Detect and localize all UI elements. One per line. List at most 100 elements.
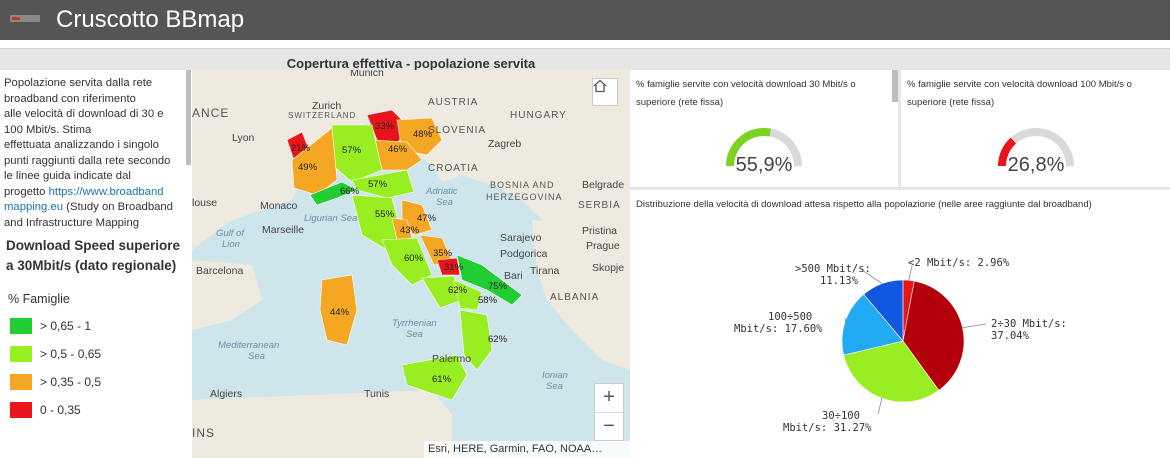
city-label: louse (192, 197, 218, 209)
city-label: Belgrade (582, 179, 625, 191)
home-button[interactable] (592, 78, 618, 106)
gauge-card-100: % famiglie servite con velocità download… (901, 70, 1170, 187)
city-label: Skopje (592, 262, 625, 274)
broadband-mapping-link-cont[interactable]: mapping.eu (4, 201, 63, 213)
desc-line: alle velocità di download di 30 e (4, 108, 164, 120)
city-label: Marseille (262, 224, 305, 236)
country-label: HERZEGOVINA (486, 192, 563, 202)
region-value: 55% (375, 209, 395, 220)
gauge-card-30: % famiglie servite con velocità download… (630, 70, 898, 187)
country-label: BOSNIA AND (490, 180, 555, 190)
gauge-value: 55,9% (735, 154, 793, 176)
legend-swatch (10, 402, 32, 418)
desc-suffix: (Study on Broadband (63, 201, 173, 213)
zoom-control: + − (594, 383, 624, 441)
pie-label-2-30: 2÷30 Mbit/s: (991, 318, 1067, 330)
legend-swatch (10, 346, 32, 362)
map-title: Copertura effettiva - popolazione servit… (286, 56, 536, 71)
sea-label: Sea (436, 197, 453, 208)
region-value: 31% (444, 262, 464, 273)
legend-swatch (10, 318, 32, 334)
desc-line: mapping.eu (Study on Broadband (4, 200, 184, 216)
city-label: Prague (586, 240, 620, 252)
sea-label: Sea (546, 381, 563, 392)
region-value: 57% (368, 179, 388, 190)
logo-icon (10, 15, 40, 22)
pie-label-500: >500 Mbit/s: (795, 263, 871, 275)
pie-label-30-100-value: Mbit/s: 31.27% (783, 422, 872, 434)
country-label: INS (192, 426, 216, 440)
sub-bar (0, 40, 1170, 49)
pie-label-lt2: <2 Mbit/s: 2.96% (908, 257, 1010, 269)
description-text: Popolazione servita dalla rete broadband… (4, 76, 184, 232)
region-value: 62% (448, 285, 468, 296)
region-value: 61% (432, 374, 452, 385)
country-label: AUSTRIA (428, 97, 479, 108)
app-header: Cruscotto BBmap (0, 0, 1170, 40)
city-label: Podgorica (500, 248, 548, 260)
city-label: Monaco (260, 200, 298, 212)
region-value: 35% (433, 248, 453, 259)
desc-line: le linee guida indicate dal (4, 170, 131, 182)
sea-label: Lion (222, 239, 240, 250)
legend-label: > 0,35 - 0,5 (40, 375, 102, 389)
legend-label: > 0,5 - 0,65 (40, 347, 102, 361)
city-label: Tirana (530, 265, 560, 277)
zoom-in-button[interactable]: + (595, 384, 623, 412)
region-value: 33% (375, 121, 395, 132)
region-value: 21% (291, 143, 311, 154)
pie-leader-line (962, 323, 987, 328)
city-label: Palermo (432, 353, 472, 365)
pie-label-500-value: 11.13% (820, 275, 858, 287)
city-label: Zagreb (488, 138, 522, 150)
city-label: Algiers (210, 388, 243, 400)
region-value: 57% (342, 145, 362, 156)
country-label: SWITZERLAND (288, 111, 357, 120)
sea-label: Gulf of (216, 228, 244, 239)
pie-card: Distribuzione della velocità di download… (630, 190, 1170, 458)
country-label: CROATIA (428, 163, 479, 174)
app-title: Cruscotto BBmap (56, 6, 245, 33)
country-label: SLOVENIA (428, 125, 487, 136)
region-value: 66% (340, 186, 360, 197)
city-label: Tunis (364, 388, 390, 400)
region-value: 58% (478, 295, 498, 306)
legend-label: > 0,65 - 1 (40, 319, 92, 333)
gauge-value: 26,8% (1007, 154, 1065, 176)
pie-leader-line (877, 398, 883, 415)
sea-label: Adriatic (426, 186, 458, 197)
pie-label-2-30-value: 37.04% (991, 330, 1029, 342)
city-label: Zurich (312, 100, 342, 112)
city-label: Barcelona (196, 265, 244, 277)
legend-title: Download Speed superiore a 30Mbit/s (dat… (6, 238, 181, 273)
desc-line: effettuata analizzando i singolo (4, 139, 159, 151)
region-value: 48% (413, 129, 433, 140)
city-label: Sarajevo (500, 232, 542, 244)
city-label: Lyon (232, 132, 255, 144)
home-icon (593, 79, 607, 93)
sea-label: Tyrrhenian (392, 318, 437, 329)
region-value: 46% (388, 144, 408, 155)
map-layer (192, 70, 630, 458)
pie-label-100-500-value: Mbit/s: 17.60% (734, 323, 823, 335)
desc-line: and Infrastructure Mapping (4, 216, 140, 229)
map-view[interactable]: ANCE SWITZERLAND AUSTRIA SLOVENIA HUNGAR… (192, 70, 630, 458)
region-value: 62% (488, 334, 508, 345)
desc-line: punti raggiunti dalla rete secondo (4, 154, 171, 167)
sea-label: Sea (248, 351, 265, 362)
country-label: ALBANIA (550, 292, 600, 303)
region-value: 75% (488, 281, 508, 292)
region-value: 44% (330, 307, 350, 318)
broadband-mapping-link[interactable]: https://www.broadband (49, 186, 164, 198)
pie-label-30-100: 30÷100 (822, 410, 860, 422)
region-value: 60% (404, 253, 424, 264)
sea-label: Mediterranean (218, 340, 280, 351)
left-panel: Popolazione servita dalla rete broadband… (0, 70, 192, 458)
sea-label: Sea (406, 329, 423, 340)
zoom-out-button[interactable]: − (595, 412, 623, 440)
legend-swatch (10, 374, 32, 390)
pie-label-100-500: 100÷500 (768, 311, 813, 323)
description-scrollbar[interactable] (186, 70, 191, 165)
region-value: 43% (400, 225, 420, 236)
desc-line: progetto https://www.broadband (4, 185, 184, 201)
